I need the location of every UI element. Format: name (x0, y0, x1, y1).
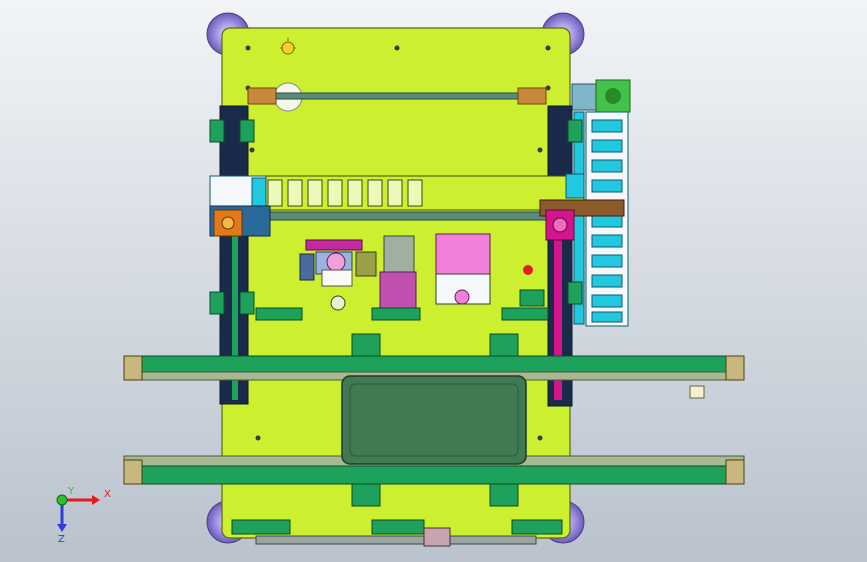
coordinate-triad: X Y Z (56, 486, 111, 545)
cad-viewport[interactable]: X Y Z (0, 0, 867, 562)
center-tray (341, 375, 527, 465)
cad-model-drawing[interactable]: X Y Z (0, 0, 867, 562)
z-axis-label: Z (58, 534, 65, 545)
y-axis-origin (56, 494, 68, 506)
x-axis-label: X (104, 489, 111, 500)
y-axis-label: Y (67, 486, 75, 497)
drive-motor (571, 79, 631, 113)
